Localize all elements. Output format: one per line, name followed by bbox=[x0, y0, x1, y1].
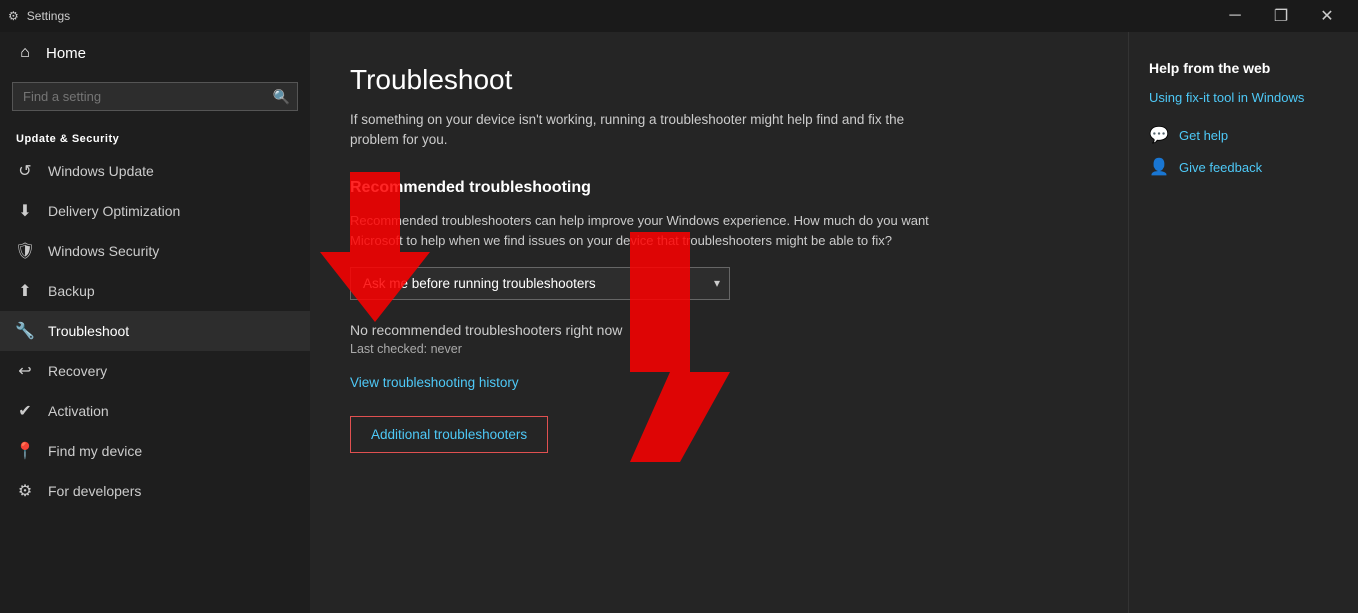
section-header: Update & Security bbox=[0, 119, 310, 151]
sidebar-item-find-my-device[interactable]: 📍 Find my device bbox=[0, 431, 310, 471]
search-icon: 🔍 bbox=[273, 88, 290, 105]
right-panel: Help from the web Using fix-it tool in W… bbox=[1128, 32, 1358, 613]
sidebar-item-windows-security[interactable]: 🛡 Windows Security bbox=[0, 231, 310, 271]
sidebar-item-activation[interactable]: ✔ Activation bbox=[0, 391, 310, 431]
recovery-icon: ↩ bbox=[16, 362, 34, 380]
sidebar-item-label: Recovery bbox=[48, 363, 107, 379]
home-icon: ⌂ bbox=[16, 44, 34, 62]
get-help-item[interactable]: 💬 Get help bbox=[1149, 125, 1338, 145]
sidebar-item-label: Delivery Optimization bbox=[48, 203, 180, 219]
title-bar: ⚙ Settings ─ ❐ ✕ bbox=[0, 0, 1358, 32]
give-feedback-item[interactable]: 👤 Give feedback bbox=[1149, 157, 1338, 177]
settings-icon: ⚙ bbox=[8, 9, 19, 23]
sidebar-item-windows-update[interactable]: ↺ Windows Update bbox=[0, 151, 310, 191]
sidebar-item-label: Windows Security bbox=[48, 243, 159, 259]
find-device-icon: 📍 bbox=[16, 442, 34, 460]
minimize-button[interactable]: ─ bbox=[1212, 0, 1258, 32]
sidebar-item-home[interactable]: ⌂ Home bbox=[0, 32, 310, 74]
recommended-section-title: Recommended troubleshooting bbox=[350, 179, 1088, 197]
page-description: If something on your device isn't workin… bbox=[350, 110, 950, 151]
additional-troubleshooters-button[interactable]: Additional troubleshooters bbox=[350, 416, 548, 453]
troubleshoot-icon: 🔧 bbox=[16, 322, 34, 340]
developers-icon: ⚙ bbox=[16, 482, 34, 500]
search-box-wrapper: 🔍 bbox=[12, 82, 298, 111]
sidebar-item-label: Windows Update bbox=[48, 163, 154, 179]
get-help-label: Get help bbox=[1179, 128, 1228, 143]
give-feedback-label: Give feedback bbox=[1179, 160, 1262, 175]
delivery-icon: ⬇ bbox=[16, 202, 34, 220]
sidebar-item-for-developers[interactable]: ⚙ For developers bbox=[0, 471, 310, 511]
maximize-button[interactable]: ❐ bbox=[1258, 0, 1304, 32]
app-title: Settings bbox=[27, 9, 70, 23]
sidebar-item-backup[interactable]: ⬆ Backup bbox=[0, 271, 310, 311]
view-history-link[interactable]: View troubleshooting history bbox=[350, 375, 519, 390]
dropdown-wrapper: Ask me before running troubleshooters Ru… bbox=[350, 267, 730, 300]
close-button[interactable]: ✕ bbox=[1304, 0, 1350, 32]
using-fix-it-link[interactable]: Using fix-it tool in Windows bbox=[1149, 90, 1338, 105]
dropdown-row: Ask me before running troubleshooters Ru… bbox=[350, 267, 1088, 300]
sidebar-item-label: For developers bbox=[48, 483, 141, 499]
title-bar-controls: ─ ❐ ✕ bbox=[1212, 0, 1350, 32]
troubleshoot-dropdown[interactable]: Ask me before running troubleshooters Ru… bbox=[350, 267, 730, 300]
recommended-description: Recommended troubleshooters can help imp… bbox=[350, 211, 930, 251]
sidebar-item-recovery[interactable]: ↩ Recovery bbox=[0, 351, 310, 391]
windows-update-icon: ↺ bbox=[16, 162, 34, 180]
page-title: Troubleshoot bbox=[350, 64, 1088, 96]
help-title: Help from the web bbox=[1149, 60, 1338, 76]
sidebar-item-label: Troubleshoot bbox=[48, 323, 129, 339]
activation-icon: ✔ bbox=[16, 402, 34, 420]
sidebar-item-delivery-optimization[interactable]: ⬇ Delivery Optimization bbox=[0, 191, 310, 231]
title-bar-left: ⚙ Settings bbox=[8, 9, 70, 23]
sidebar: ⌂ Home 🔍 Update & Security ↺ Windows Upd… bbox=[0, 32, 310, 613]
backup-icon: ⬆ bbox=[16, 282, 34, 300]
security-icon: 🛡 bbox=[16, 242, 34, 260]
sidebar-item-label: Backup bbox=[48, 283, 95, 299]
get-help-icon: 💬 bbox=[1149, 125, 1169, 145]
search-input[interactable] bbox=[12, 82, 298, 111]
sidebar-item-label: Find my device bbox=[48, 443, 142, 459]
sidebar-item-label: Activation bbox=[48, 403, 109, 419]
sidebar-item-troubleshoot[interactable]: 🔧 Troubleshoot bbox=[0, 311, 310, 351]
no-troubleshooters-text: No recommended troubleshooters right now bbox=[350, 322, 1088, 338]
main-content: Troubleshoot If something on your device… bbox=[310, 32, 1128, 613]
app-body: ⌂ Home 🔍 Update & Security ↺ Windows Upd… bbox=[0, 32, 1358, 613]
give-feedback-icon: 👤 bbox=[1149, 157, 1169, 177]
last-checked-text: Last checked: never bbox=[350, 342, 1088, 356]
home-label: Home bbox=[46, 45, 86, 62]
